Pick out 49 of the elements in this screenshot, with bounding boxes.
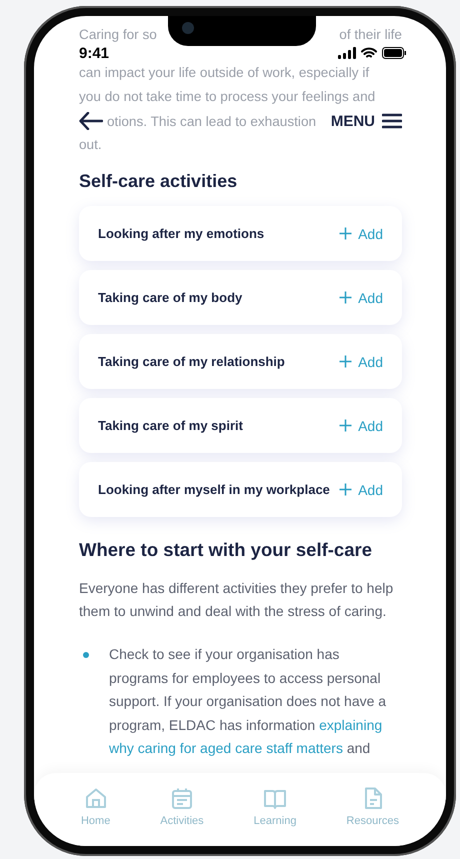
faded-text: you do not take time to process your feelings and [79,88,376,106]
plus-icon [339,291,352,304]
faded-text: Caring for so [79,26,157,44]
plus-icon [339,227,352,240]
menu-button[interactable]: MENU [330,112,402,130]
activity-card[interactable]: Looking after myself in my workplace Add [79,462,402,517]
activity-label: Taking care of my relationship [98,354,285,369]
add-button[interactable]: Add [339,418,383,434]
activity-card[interactable]: Taking care of my body Add [79,270,402,325]
book-icon [264,787,286,809]
faded-text: can impact your life outside of work, especially if [79,64,370,82]
add-button[interactable]: Add [339,354,383,370]
bullet-dot [83,652,89,658]
status-time: 9:41 [79,44,110,62]
add-button[interactable]: Add [339,290,383,306]
back-arrow-icon [79,112,103,130]
nav-tab[interactable]: Activities [160,773,204,846]
body-paragraph: Everyone has different activities they prefer to help them to unwind and deal with the stress of caring. [79,579,394,621]
activity-label: Taking care of my body [98,290,242,305]
nav-tab[interactable]: Home [80,773,110,846]
camera-icon [182,22,194,34]
faded-text: of their life [339,26,402,44]
nav-tab[interactable]: Learning [254,773,296,846]
signal-icon [338,47,356,59]
activity-card[interactable]: Looking after my emotions Add [79,206,402,261]
back-button[interactable] [79,112,103,130]
section-heading: Where to start with your self-care [79,539,373,561]
plus-icon [339,355,352,368]
activity-label: Looking after myself in my workplace [98,482,330,497]
home-icon [84,787,107,809]
calendar-icon [170,787,193,809]
nav-tab[interactable]: Resources [346,773,399,846]
menu-icon [382,113,402,129]
link[interactable]: explaining [319,716,382,732]
activity-label: Looking after my emotions [98,226,264,241]
section-heading: Self-care activities [79,171,238,192]
plus-icon [339,483,352,496]
faded-text: otions. This can lead to exhaustion [107,114,318,128]
wifi-icon [361,47,377,59]
activity-card[interactable]: Taking care of my relationship Add [79,334,402,389]
bullet-text: Check to see if your organisation has programs for employees to access personal support. If your organisation does not have a program, ELDAC has information explaining why caring for aged care staff matters and [109,645,388,758]
activity-label: Taking care of my spirit [98,418,243,433]
link[interactable]: why caring for aged care staff matters [109,740,343,756]
plus-icon [339,419,352,432]
battery-icon [382,47,406,59]
add-button[interactable]: Add [339,226,383,242]
add-button[interactable]: Add [339,482,383,498]
faded-text: out. [79,136,103,154]
activity-card[interactable]: Taking care of my spirit Add [79,398,402,453]
